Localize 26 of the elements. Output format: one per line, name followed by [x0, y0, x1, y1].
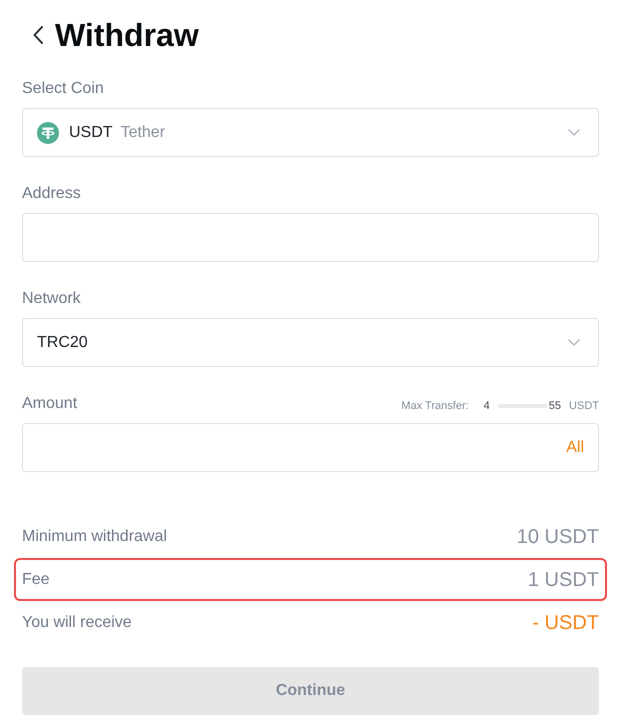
summary-label: Minimum withdrawal — [22, 526, 167, 546]
summary-value: 1 USDT — [528, 568, 599, 592]
chevron-down-icon — [568, 339, 580, 346]
max-transfer-value: 4 — [484, 399, 490, 414]
max-transfer-unit: USDT — [569, 399, 599, 414]
field-label: Address — [22, 184, 81, 204]
input-field[interactable]: All — [22, 423, 599, 472]
select-field[interactable]: USDT Tether — [22, 108, 599, 157]
chevron-down-icon — [568, 129, 580, 136]
field-value: USDT — [69, 122, 113, 142]
coin-name: Tether — [120, 122, 166, 142]
input-field[interactable] — [22, 213, 599, 262]
field-value: TRC20 — [37, 332, 88, 352]
field-label: Network — [22, 289, 81, 309]
page-title: Withdraw — [55, 16, 199, 55]
summary-label: You will receive — [22, 612, 132, 632]
summary-value: - USDT — [532, 610, 599, 636]
summary-value: 10 USDT — [516, 524, 599, 550]
chevron-left-icon — [33, 26, 43, 44]
max-transfer-value: 55 — [548, 399, 562, 414]
field-label: Select Coin — [22, 79, 104, 99]
summary-label: Fee — [22, 570, 50, 590]
all-button[interactable]: All — [566, 436, 584, 460]
max-transfer-label: Max Transfer: — [401, 399, 469, 414]
field-label: Amount — [22, 394, 78, 414]
select-field[interactable]: TRC20 — [22, 318, 599, 367]
